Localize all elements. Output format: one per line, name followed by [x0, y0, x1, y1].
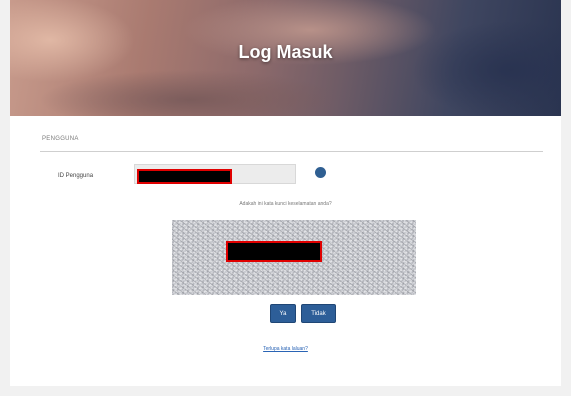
info-icon[interactable]: [315, 167, 326, 178]
redacted-security-phrase: [226, 241, 322, 262]
login-page: Log Masuk PENGGUNA ID Pengguna Adakah in…: [10, 0, 561, 386]
login-form: PENGGUNA ID Pengguna Adakah ini kata kun…: [10, 116, 561, 376]
forgot-password-link[interactable]: Terlupa kata laluan?: [10, 346, 561, 352]
security-prompt: Adakah ini kata kunci keselamatan anda?: [239, 201, 332, 207]
no-button[interactable]: Tidak: [301, 304, 336, 323]
page-title: Log Masuk: [238, 42, 333, 62]
section-label: PENGGUNA: [42, 136, 79, 142]
yes-button[interactable]: Ya: [270, 304, 296, 323]
user-id-label: ID Pengguna: [58, 173, 94, 179]
section-divider: [40, 151, 543, 152]
redacted-user-id: [137, 169, 232, 184]
header-banner: Log Masuk: [10, 0, 561, 116]
